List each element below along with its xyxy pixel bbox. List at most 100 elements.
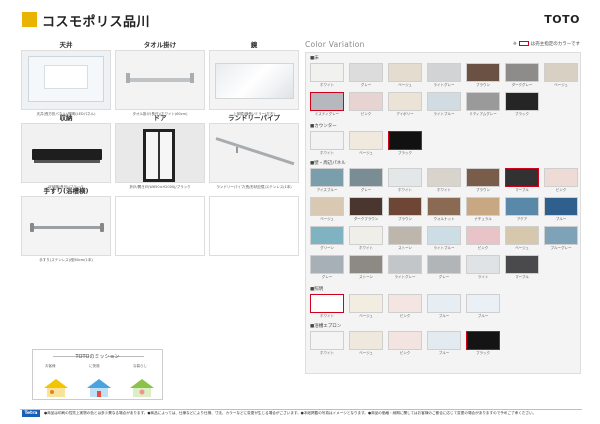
color-swatch: ベージュ (505, 226, 539, 252)
color-swatch: アイボリー (388, 92, 422, 118)
swatch-chip (349, 131, 383, 150)
swatch-name: ミディアムグレー (469, 112, 497, 116)
swatch-name: ベージュ (359, 314, 373, 318)
swatch-name: ライトグレー (433, 83, 455, 87)
header: コスモポリス品川 TOTO (0, 0, 600, 36)
color-swatch: ダークブラウン (349, 197, 383, 223)
color-swatch: ダークグレー (505, 63, 539, 89)
mirror-photo (209, 50, 299, 110)
swatch-chip (349, 92, 383, 111)
equipment-storage: 収納 収納棚(長尺)/ブラック (21, 113, 111, 191)
swatch-chip (388, 92, 422, 111)
color-variation-panel: ■床 ホワイト グレー ベージュ ライトグレー ブラウン ダークグレー ベージュ ミスティグレ… (305, 52, 581, 374)
swatch-name: ホワイト (398, 188, 412, 192)
empty-slot (115, 196, 205, 256)
color-swatch: ライトブルー (427, 226, 461, 252)
swatch-chip (466, 92, 500, 111)
storage-photo (21, 123, 111, 183)
page-title: コスモポリス品川 (42, 15, 151, 30)
color-variation-title: Color Variation (305, 40, 365, 49)
swatch-name: ベージュ (320, 217, 334, 221)
swatch-chip (310, 92, 344, 111)
color-swatch: グリーン (310, 226, 344, 252)
swatch-chip (388, 226, 422, 245)
color-swatch: ストーン (349, 255, 383, 281)
equipment-mirror: 鏡 上部鏡(横長)/ミラー(左右) (209, 40, 299, 118)
equipment-heading: タオル掛け (143, 41, 177, 49)
swatch-name: ブラック (515, 112, 529, 116)
swatch-name: ブラウン (476, 188, 490, 192)
color-swatch: グレー (310, 255, 344, 281)
swatch-name: ライト (477, 275, 489, 279)
swatch-chip (544, 197, 578, 216)
swatch-name: ライトブルー (433, 112, 455, 116)
swatch-chip (544, 226, 578, 245)
section-label-counter: ■カウンター (310, 124, 337, 129)
swatch-name: ライトブルー (433, 246, 455, 250)
swatch-name: ブルーグレー (550, 246, 572, 250)
swatch-chip (310, 294, 344, 313)
color-swatch: ホワイト (310, 63, 344, 89)
legend-prefix: ※ (513, 42, 517, 47)
swatch-name: ブルー (438, 314, 450, 318)
swatch-chip (388, 294, 422, 313)
swatch-chip (349, 226, 383, 245)
color-swatch: ピンク (388, 294, 422, 320)
swatch-name: ブルー (438, 351, 450, 355)
color-swatch: グレー (349, 168, 383, 194)
equipment-laundry-pipe: ランドリーパイプ ランドリーパイプ(長/形状記憶)ステンレス(1本) (209, 113, 299, 191)
section-label-lighting: ■照明 (310, 287, 324, 292)
swatch-name: ブラック (476, 351, 490, 355)
section-label-floor: ■床 (310, 56, 319, 61)
mission-text: お客様 (45, 364, 56, 368)
swatch-chip (388, 168, 422, 187)
swatch-name: ホワイト (320, 351, 334, 355)
swatch-name: アイボリー (396, 112, 414, 116)
swatch-chip (466, 331, 500, 350)
swatch-name: マーブル (515, 188, 529, 192)
swatch-name: マーブル (515, 275, 529, 279)
laundry-pipe-photo (209, 123, 299, 183)
swatch-chip (427, 63, 461, 82)
swatch-name: ピンク (399, 314, 411, 318)
color-swatch: ブラック (505, 92, 539, 118)
swatch-chip (388, 63, 422, 82)
color-swatch: ブルー (544, 197, 578, 223)
color-swatch: ブルー (427, 294, 461, 320)
color-swatch: ベージュ (349, 331, 383, 357)
door-photo (115, 123, 205, 183)
swatch-name: ピンク (360, 112, 372, 116)
swatch-name: ホワイト (320, 314, 334, 318)
swatch-name: ブラック (398, 151, 412, 155)
swatch-chip (388, 331, 422, 350)
swatch-name: ブラウン (476, 83, 490, 87)
mission-text: に快適 (89, 364, 100, 368)
swatch-chip (427, 197, 461, 216)
swatch-chip (544, 168, 578, 187)
house-icon (86, 378, 112, 398)
color-swatch: ピンク (349, 92, 383, 118)
swatch-chip (427, 294, 461, 313)
color-swatch: ブラック (466, 331, 500, 357)
color-swatch: ストーン (388, 226, 422, 252)
swatch-chip (505, 168, 539, 187)
color-swatch: ブルー (427, 331, 461, 357)
color-swatch: アクア (505, 197, 539, 223)
color-swatch: ブラウン (466, 63, 500, 89)
color-swatch: ベージュ (310, 197, 344, 223)
swatch-chip (505, 226, 539, 245)
swatch-chip (349, 197, 383, 216)
swatch-name: ウォルナット (433, 217, 455, 221)
color-swatch: ミスティグレー (310, 92, 344, 118)
swatch-name: ブラウン (398, 217, 412, 221)
swatch-name: アクア (516, 217, 528, 221)
color-swatch: ブラック (388, 131, 422, 157)
swatch-chip (310, 131, 344, 150)
swatch-chip (466, 294, 500, 313)
color-swatch: ホワイト (310, 294, 344, 320)
legend-text: は売主指定のカラーです (530, 42, 581, 47)
swatch-name: ベージュ (554, 83, 568, 87)
tetra-badge: Tetra (22, 410, 40, 417)
color-swatch: ピンク (544, 168, 578, 194)
swatch-name: ライトグレー (394, 275, 416, 279)
